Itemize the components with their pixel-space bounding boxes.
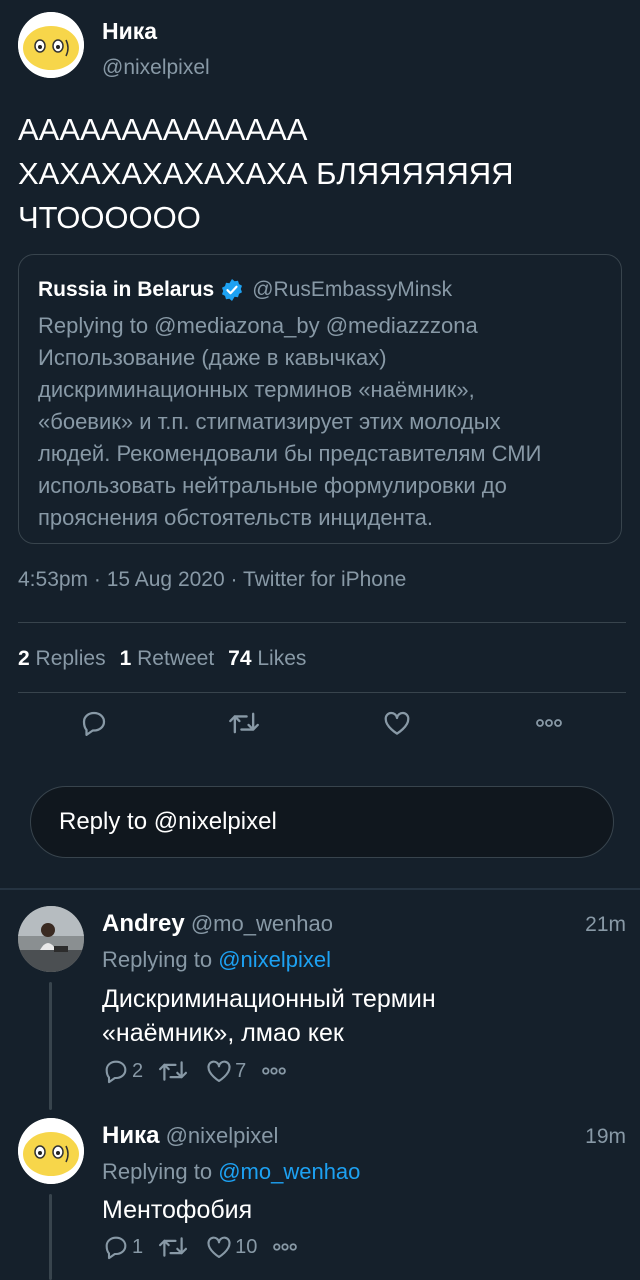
quoted-author-handle: @RusEmbassyMinsk [252,278,453,301]
tweet-text-line: ЧТОООООО [18,200,201,235]
like-icon [384,711,410,735]
like-icon [207,1060,231,1082]
reply-like-button[interactable]: 7 [205,1057,246,1085]
quoted-text-line: «боевик» и т.п. стигматизирует этих моло… [38,409,501,434]
retweets-count: 1 [119,647,132,670]
reply-time[interactable]: 21m [585,913,626,937]
reply-text-line: «наёмник», лмао кек [102,1019,344,1047]
reply-input-placeholder: Reply to @nixelpixel [59,808,277,835]
more-icon [273,1243,298,1251]
reply-author-name[interactable]: Andrey [102,910,185,937]
reply-text: Дискриминационный термин «наёмник», лмао… [102,982,436,1050]
reply-avatar[interactable] [18,906,84,972]
retweet-icon [229,712,259,734]
divider [18,692,626,693]
likes-count: 74 [228,647,252,670]
replies-stat[interactable]: 2 Replies [18,647,106,671]
reply-author-handle[interactable]: @nixelpixel [166,1123,279,1148]
reply-input[interactable]: Reply to @nixelpixel [30,786,614,858]
replies-label: Replies [35,647,106,670]
reply-like-button[interactable]: 10 [205,1233,257,1261]
reply-header: Andrey @mo_wenhao [102,910,333,938]
quoted-text-line: Использование (даже в кавычках) [38,345,387,370]
reply-button[interactable] [79,708,109,738]
tweet-text-line: АААААААААААААА [18,112,308,147]
thread-line [49,1194,52,1280]
like-count: 10 [235,1235,258,1258]
author-handle[interactable]: @nixelpixel [102,56,210,80]
retweet-button[interactable] [227,708,261,738]
quoted-body: Replying to @mediazona_by @mediazzzona И… [38,310,541,534]
quoted-text-line: дискриминационных терминов «наёмник», [38,377,475,402]
reply-icon [82,711,106,736]
more-icon [536,719,562,727]
replying-to-link[interactable]: @mo_wenhao [218,1159,360,1184]
reply-retweet-button[interactable] [157,1233,191,1261]
replying-prefix: Replying to [102,1159,213,1184]
tweet-timestamp: 4:53pm · 15 Aug 2020 · Twitter for iPhon… [18,568,407,591]
likes-label: Likes [257,647,307,670]
quoted-text-line: людей. Рекомендовали бы представителям С… [38,441,542,466]
reply-time[interactable]: 19m [585,1125,626,1149]
section-separator [0,888,640,890]
reply-count: 2 [132,1059,144,1082]
reply-icon [105,1060,127,1084]
tweet-text: АААААААААААААА ХАХАХАХАХАХАХА БЛЯЯЯЯЯЯЯ … [18,108,514,240]
reply-header: Ника @nixelpixel [102,1122,278,1150]
reply-text-line: Дискриминационный термин [102,985,436,1013]
reply-replying-line: Replying to @nixelpixel [102,947,331,973]
reply-icon [105,1236,127,1260]
tweet-stats: 2 Replies 1 Retweet 74 Likes [18,647,306,671]
more-button[interactable] [534,712,564,734]
like-count: 7 [235,1059,247,1082]
avatar-face-icon [18,12,84,78]
more-icon [262,1067,287,1075]
thread-line [49,982,52,1110]
likes-stat[interactable]: 74 Likes [228,647,306,671]
reply-text: Ментофобия [102,1193,252,1227]
replies-count: 2 [18,647,30,670]
replying-to-link[interactable]: @nixelpixel [218,947,331,972]
reply-author-handle[interactable]: @mo_wenhao [191,911,333,936]
verified-icon [220,278,244,302]
retweets-label: Retweet [137,647,215,670]
reply-text-line: Ментофобия [102,1196,253,1224]
reply-more-button[interactable] [271,1237,299,1257]
replying-prefix: Replying to [102,947,213,972]
reply-reply-button[interactable]: 1 [102,1233,143,1261]
retweet-icon [159,1237,188,1257]
quoted-author-name: Russia in Belarus [38,278,215,301]
reply-count: 1 [132,1235,144,1258]
reply-avatar[interactable] [18,1118,84,1184]
like-icon [207,1236,231,1258]
reply-replying-line: Replying to @mo_wenhao [102,1159,360,1185]
reply-actions: 1 10 [102,1233,299,1261]
reply-more-button[interactable] [260,1061,288,1081]
quoted-text-line: прояснения обстоятельств инцидента. [38,505,433,530]
quoted-replying-line: Replying to @mediazona_by @mediazzzona [38,313,478,338]
divider [18,622,626,623]
reply-retweet-button[interactable] [157,1057,191,1085]
retweets-stat[interactable]: 1 Retweet [120,647,215,671]
person-photo-icon [18,906,84,972]
reply-author-name[interactable]: Ника [102,1122,159,1149]
quoted-author-row: Russia in Belarus @RusEmbassyMinsk [38,278,452,302]
reply-actions: 2 7 [102,1057,288,1085]
tweet-text-line: ХАХАХАХАХАХАХА БЛЯЯЯЯЯЯЯ [18,156,514,191]
author-name[interactable]: Ника [102,18,157,45]
like-button[interactable] [382,708,412,738]
reply-reply-button[interactable]: 2 [102,1057,143,1085]
avatar[interactable] [18,12,84,78]
quoted-text-line: использовать нейтральные формулировки до [38,473,507,498]
avatar-face-icon [18,1118,84,1184]
retweet-icon [159,1061,188,1081]
